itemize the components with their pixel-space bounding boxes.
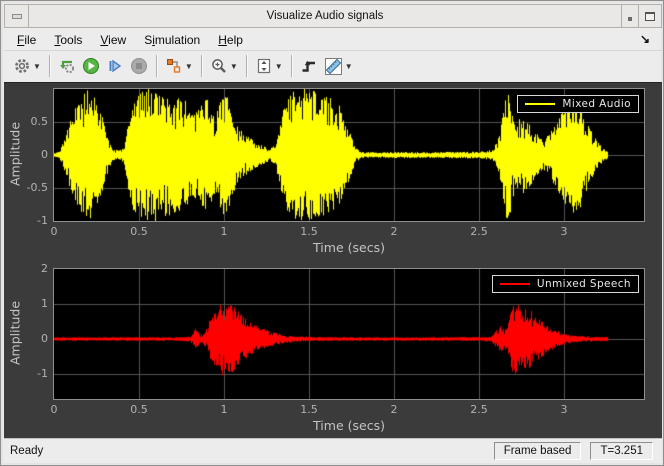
menu-item-tools[interactable]: Tools xyxy=(45,31,91,49)
stop-button[interactable] xyxy=(128,54,150,78)
y-axis-label: Amplitude xyxy=(7,300,23,366)
menu-item-view[interactable]: View xyxy=(91,31,135,49)
menu-item-help[interactable]: Help xyxy=(209,31,252,49)
x-tick-label: 2 xyxy=(390,403,398,416)
x-tick-label: 1.5 xyxy=(300,403,318,416)
fit-to-view-icon xyxy=(257,58,270,74)
toolbar-separator xyxy=(48,55,50,77)
y-axis-label: Amplitude xyxy=(7,121,23,187)
menu-item-file[interactable]: File xyxy=(8,31,45,49)
x-tick-label: 0.5 xyxy=(130,225,148,238)
x-tick-label: 1.5 xyxy=(300,225,318,238)
step-forward-icon xyxy=(109,59,122,73)
mixed-audio-plot[interactable]: Mixed Audio xyxy=(53,88,645,222)
trigger-button[interactable] xyxy=(298,54,320,78)
x-axis-label: Time (secs) xyxy=(313,240,385,255)
legend-line-sample xyxy=(525,103,556,105)
x-tick-label: 0 xyxy=(50,403,58,416)
measurements-button[interactable]: ▼ xyxy=(322,54,355,78)
sim-time-indicator: T=3.251 xyxy=(590,442,653,460)
legend-mixed-audio[interactable]: Mixed Audio xyxy=(517,95,639,113)
stop-icon xyxy=(130,58,147,74)
trigger-icon xyxy=(302,60,315,72)
unmixed-speech-plot[interactable]: Unmixed Speech xyxy=(53,268,645,400)
step-forward-button[interactable] xyxy=(104,54,126,78)
step-back-button[interactable] xyxy=(56,54,78,78)
chevron-down-icon[interactable]: ▼ xyxy=(345,62,353,71)
x-tick-label: 3 xyxy=(560,225,568,238)
status-bar: Ready Frame based T=3.251 xyxy=(4,438,662,463)
x-tick-label: 3 xyxy=(560,403,568,416)
window-menu-button[interactable] xyxy=(5,5,29,27)
settings-button[interactable]: ▼ xyxy=(11,54,43,78)
legend-line-sample xyxy=(499,283,530,285)
minimize-button[interactable] xyxy=(621,5,638,27)
signal-selector-icon xyxy=(166,59,181,73)
minimize-icon xyxy=(628,17,632,21)
x-tick-label: 2.5 xyxy=(470,403,488,416)
signal-selector-button[interactable]: ▼ xyxy=(163,54,195,78)
legend-unmixed-speech[interactable]: Unmixed Speech xyxy=(491,275,639,293)
step-back-icon xyxy=(59,60,75,74)
x-tick-label: 2 xyxy=(390,225,398,238)
chevron-down-icon[interactable]: ▼ xyxy=(33,62,41,71)
window-menu-icon xyxy=(11,13,22,19)
magnifier-plus-icon xyxy=(211,59,226,73)
play-icon xyxy=(82,58,99,74)
toolbar: ▼ ▼ ▼ ▼ ▼ xyxy=(4,50,662,81)
chevron-down-icon[interactable]: ▼ xyxy=(275,62,283,71)
x-tick-label: 2.5 xyxy=(470,225,488,238)
toolbar-separator xyxy=(200,55,202,77)
zoom-button[interactable]: ▼ xyxy=(208,54,240,78)
dock-arrow-icon[interactable]: ↘ xyxy=(640,32,650,46)
maximize-button[interactable] xyxy=(638,5,661,27)
fit-to-view-button[interactable]: ▼ xyxy=(253,54,285,78)
run-button[interactable] xyxy=(80,54,102,78)
ruler-icon xyxy=(324,57,342,75)
x-tick-label: 0.5 xyxy=(130,403,148,416)
menu-item-simulation[interactable]: Simulation xyxy=(135,31,209,49)
status-text: Ready xyxy=(10,445,44,457)
toolbar-separator xyxy=(290,55,292,77)
x-tick-label: 1 xyxy=(220,225,228,238)
gear-icon xyxy=(15,59,29,73)
chevron-down-icon[interactable]: ▼ xyxy=(185,62,193,71)
legend-label: Unmixed Speech xyxy=(536,278,631,290)
maximize-icon xyxy=(645,11,655,21)
frame-mode-indicator: Frame based xyxy=(493,442,582,460)
chevron-down-icon[interactable]: ▼ xyxy=(230,62,238,71)
toolbar-separator xyxy=(155,55,157,77)
toolbar-separator xyxy=(245,55,247,77)
window-title: Visualize Audio signals xyxy=(266,10,384,22)
menu-bar: File Tools View Simulation Help ↘ xyxy=(4,30,662,50)
scope-window: Visualize Audio signals File Tools View … xyxy=(0,0,664,466)
x-tick-label: 0 xyxy=(50,225,58,238)
x-axis-label: Time (secs) xyxy=(313,418,385,433)
x-tick-label: 1 xyxy=(220,403,228,416)
title-bar[interactable]: Visualize Audio signals xyxy=(4,4,662,28)
legend-label: Mixed Audio xyxy=(562,98,631,110)
scope-display-area: Mixed Audio Unmixed Speech 0.5 0 -0.5 -1 0 0.… xyxy=(4,82,662,438)
